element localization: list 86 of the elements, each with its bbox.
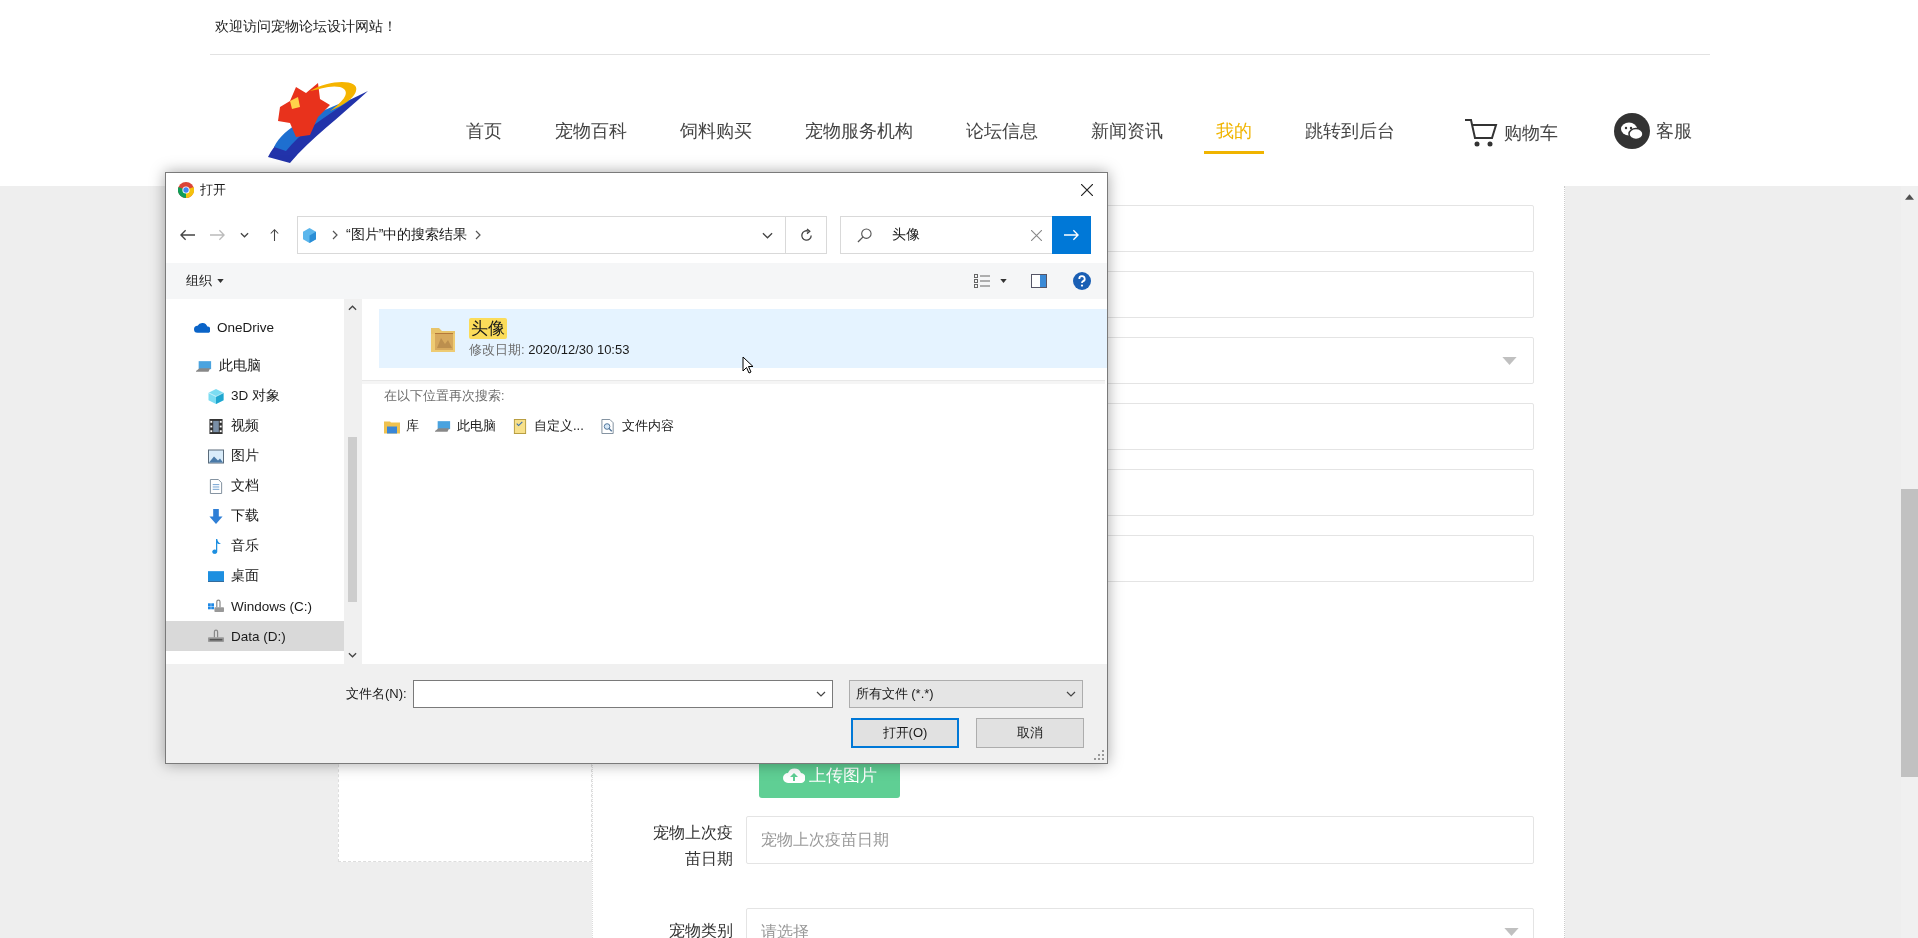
document-icon bbox=[208, 478, 224, 494]
clear-icon[interactable] bbox=[1031, 229, 1042, 241]
nav-link[interactable]: 饲料购买 bbox=[668, 55, 764, 154]
nav-pane-item[interactable]: 文档 bbox=[166, 471, 344, 501]
welcome-text: 欢迎访问宠物论坛设计网站！ bbox=[215, 18, 397, 36]
filename-field[interactable] bbox=[412, 680, 833, 708]
nav-pane-item[interactable]: 音乐 bbox=[166, 531, 344, 561]
caret-icon bbox=[1065, 691, 1076, 697]
scrollbar-thumb[interactable] bbox=[1901, 489, 1918, 777]
film-icon bbox=[208, 418, 224, 434]
nav-link[interactable]: 宠物百科 bbox=[543, 55, 639, 154]
nav-link[interactable]: 跳转到后台 bbox=[1293, 55, 1407, 154]
nav-link[interactable]: 首页 bbox=[454, 55, 514, 154]
arrow-right-icon bbox=[1064, 229, 1079, 241]
computer-icon bbox=[435, 418, 451, 434]
app-icon bbox=[178, 182, 194, 198]
caret-icon bbox=[1502, 356, 1517, 365]
date-field[interactable]: 宠物上次疫苗日期 bbox=[746, 816, 1534, 864]
nav-pane-item[interactable]: OneDrive bbox=[166, 312, 344, 342]
nav-pane-item[interactable]: 下载 bbox=[166, 501, 344, 531]
nav-link[interactable]: 新闻资讯 bbox=[1079, 55, 1175, 154]
download-icon bbox=[208, 508, 224, 524]
search-button[interactable] bbox=[1052, 216, 1091, 254]
service-link[interactable]: 客服 bbox=[1614, 113, 1692, 149]
chat-icon bbox=[1614, 113, 1650, 149]
nav-link[interactable]: 论坛信息 bbox=[954, 55, 1050, 154]
cube-icon bbox=[208, 388, 224, 404]
checklist-icon bbox=[512, 418, 528, 434]
breadcrumb-item[interactable]: “图片”中的搜索结果 bbox=[346, 226, 468, 244]
drive-icon bbox=[208, 598, 224, 614]
scrollbar-thumb[interactable] bbox=[348, 437, 357, 602]
field-label: 宠物上次疫苗日期 bbox=[652, 823, 733, 869]
cart-link[interactable]: 购物车 bbox=[1464, 117, 1558, 149]
resize-grip-icon[interactable] bbox=[1094, 750, 1104, 760]
nav-pane-item[interactable]: Windows (C:) bbox=[166, 591, 344, 621]
refresh-icon bbox=[798, 227, 814, 243]
details-view-icon[interactable] bbox=[974, 273, 990, 289]
scrollbar[interactable] bbox=[344, 299, 361, 664]
computer-icon bbox=[196, 358, 212, 374]
image-icon bbox=[208, 448, 224, 464]
nav-pane-item[interactable]: 图片 bbox=[166, 441, 344, 471]
nav-link[interactable]: 宠物服务机构 bbox=[793, 55, 925, 154]
file-date: 修改日期: 2020/12/30 10:53 bbox=[469, 341, 630, 359]
nav-pane-item[interactable]: 3D 对象 bbox=[166, 381, 344, 411]
nav-pane-item[interactable]: 桌面 bbox=[166, 561, 344, 591]
document-search-icon bbox=[599, 418, 616, 434]
caret-icon bbox=[217, 279, 224, 283]
search-field[interactable]: 头像 bbox=[840, 216, 1091, 254]
search-again-label: 在以下位置再次搜索: bbox=[384, 388, 506, 405]
mouse-cursor-icon bbox=[742, 356, 754, 374]
address-bar[interactable]: “图片”中的搜索结果 bbox=[297, 216, 827, 254]
chevron-icon bbox=[332, 230, 338, 240]
nav-pane-item[interactable]: 视频 bbox=[166, 411, 344, 441]
search-location-link[interactable]: 自定义... bbox=[512, 417, 584, 435]
nav-pane-item[interactable]: 此电脑 bbox=[166, 351, 344, 381]
close-icon[interactable] bbox=[1081, 184, 1093, 196]
chevron-icon bbox=[475, 230, 482, 240]
caret-icon[interactable] bbox=[1000, 279, 1007, 283]
preview-pane-icon[interactable] bbox=[1031, 274, 1047, 288]
caret-icon[interactable] bbox=[240, 232, 249, 238]
caret-icon bbox=[815, 691, 826, 697]
file-name: 头像 bbox=[469, 318, 507, 339]
search-location-link[interactable]: 库 bbox=[384, 417, 419, 435]
search-location-link[interactable]: 文件内容 bbox=[599, 417, 674, 435]
desktop-icon bbox=[208, 568, 224, 584]
help-icon[interactable] bbox=[1073, 272, 1091, 290]
search-icon bbox=[857, 227, 872, 243]
cart-icon bbox=[1464, 117, 1498, 149]
search-result[interactable]: 头像 修改日期: 2020/12/30 10:53 bbox=[379, 309, 1107, 368]
search-location-link[interactable]: 此电脑 bbox=[435, 417, 496, 435]
cancel-button[interactable]: 取消 bbox=[976, 718, 1084, 748]
scroll-down-icon[interactable] bbox=[348, 652, 357, 658]
scroll-up-icon[interactable] bbox=[1905, 194, 1914, 200]
cloud-upload-icon bbox=[782, 767, 805, 783]
filename-label: 文件名(N): bbox=[346, 685, 407, 703]
drive-icon bbox=[208, 628, 224, 644]
nav-pane-item[interactable]: Data (D:) bbox=[166, 621, 344, 651]
file-type-dropdown[interactable]: 所有文件 (*.*) bbox=[848, 680, 1083, 708]
organize-button[interactable]: 组织 bbox=[186, 270, 224, 292]
field-label: 宠物类别 bbox=[669, 921, 733, 938]
open-button[interactable]: 打开(O) bbox=[851, 718, 959, 748]
scroll-up-icon[interactable] bbox=[348, 305, 357, 311]
back-icon[interactable] bbox=[180, 229, 195, 241]
caret-icon[interactable] bbox=[762, 231, 773, 239]
dialog-title: 打开 bbox=[200, 181, 226, 199]
cube-icon bbox=[303, 227, 316, 243]
